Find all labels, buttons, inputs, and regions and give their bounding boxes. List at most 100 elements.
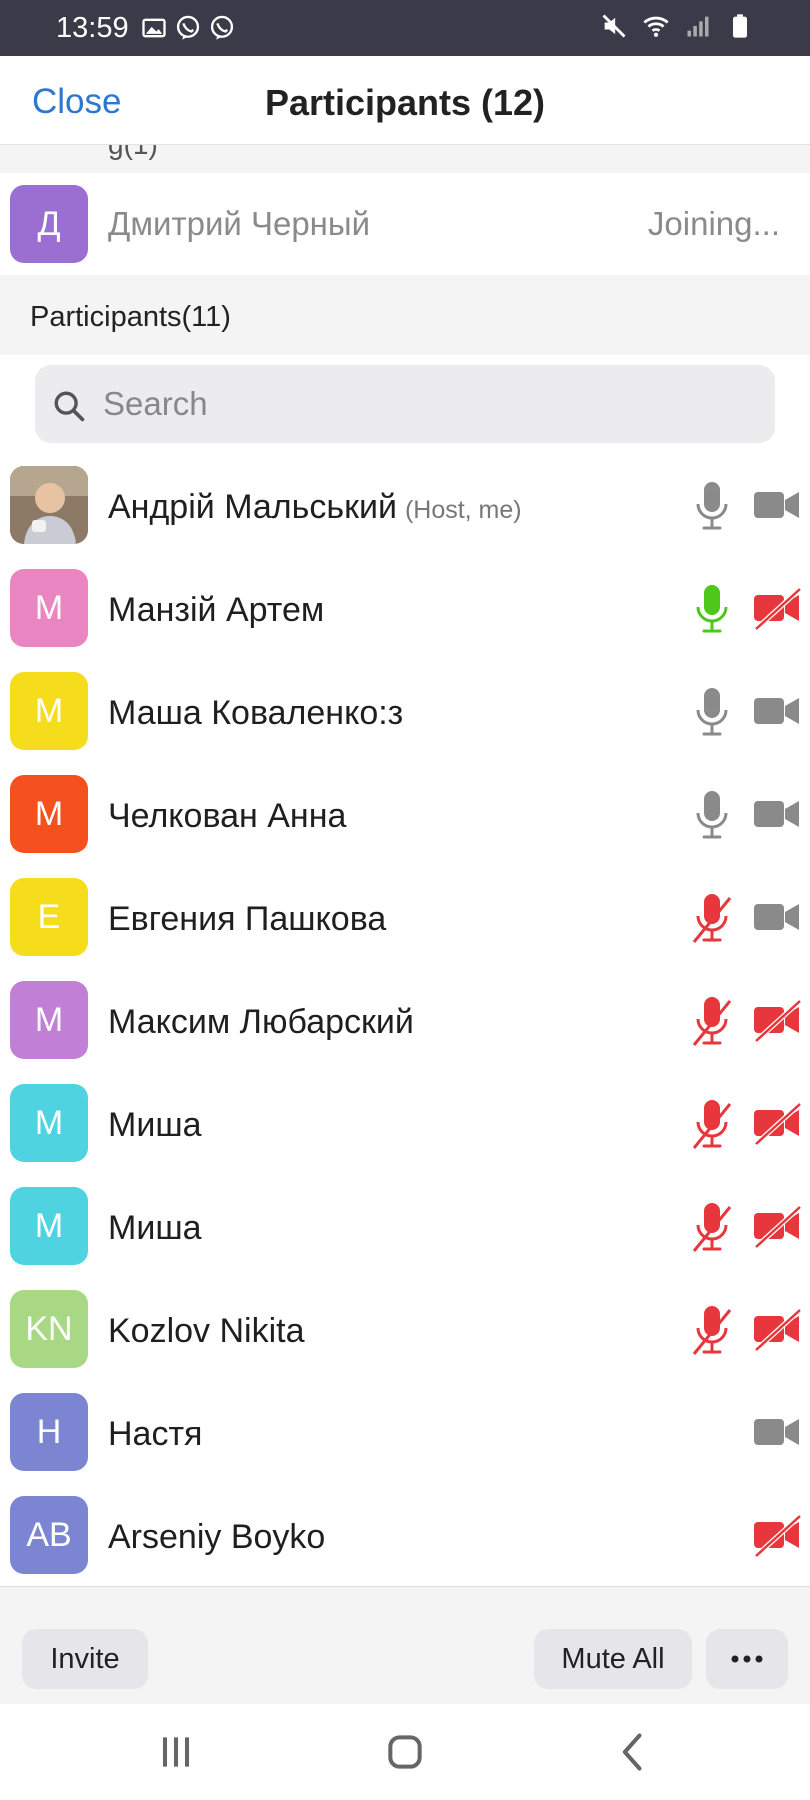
participant-row[interactable]: М Челкован Анна [0, 769, 810, 872]
avatar: М [10, 672, 88, 750]
system-nav-bar [0, 1704, 810, 1800]
participant-name: Челкован Анна [108, 797, 347, 835]
avatar-initials: М [34, 691, 64, 730]
participant-row[interactable]: KN Kozlov Nikita [0, 1284, 810, 1387]
participant-name: Маша Коваленко:з [108, 694, 404, 732]
participant-row[interactable]: М Миша [0, 1181, 810, 1284]
avatar: М [10, 981, 88, 1059]
avatar: Н [10, 1393, 88, 1471]
participant-name-block: Евгения Пашкова [108, 900, 386, 939]
participant-row[interactable]: AB Arseniy Boyko [0, 1490, 810, 1593]
participant-row[interactable]: М Манзій Артем [0, 563, 810, 666]
participant-row[interactable]: М Миша [0, 1078, 810, 1181]
more-dots-icon [731, 1655, 763, 1663]
battery-icon [733, 14, 747, 38]
participant-name: Андрій Мальський [108, 488, 397, 526]
more-options-button[interactable] [706, 1629, 788, 1689]
avatar-photo [10, 466, 88, 544]
header: Close Participants (12) [0, 56, 810, 145]
avatar-initials: Н [36, 1412, 62, 1451]
participants-section-header: Participants(11) [0, 275, 810, 355]
image-icon [142, 18, 166, 38]
mic-muted-icon[interactable] [690, 890, 734, 946]
notification-icons [140, 14, 236, 42]
video-icon[interactable] [752, 1409, 802, 1455]
mic-muted-icon[interactable] [690, 1302, 734, 1358]
mic-icon[interactable] [690, 478, 734, 534]
mute-all-button[interactable]: Mute All [534, 1629, 692, 1689]
video-off-icon[interactable] [752, 1203, 802, 1249]
status-time: 13:59 [56, 12, 129, 44]
participant-name: Миша [108, 1106, 202, 1144]
avatar-initials: Д [37, 204, 61, 243]
video-icon[interactable] [752, 688, 802, 734]
participant-name-block: Настя [108, 1415, 202, 1454]
back-icon[interactable] [612, 1730, 656, 1774]
participant-name: Евгения Пашкова [108, 900, 387, 938]
participant-name-block: Kozlov Nikita [108, 1312, 305, 1351]
participant-name-block: Максим Любарский [108, 1003, 414, 1042]
mic-icon[interactable] [690, 684, 734, 740]
joining-status: Joining... [647, 205, 780, 242]
mic-active-icon[interactable] [690, 581, 734, 637]
avatar-initials: М [34, 794, 64, 833]
video-off-icon[interactable] [752, 997, 802, 1043]
participant-name-block: Arseniy Boyko [108, 1518, 325, 1557]
participant-name-block: Челкован Анна [108, 797, 346, 836]
avatar: KN [10, 1290, 88, 1368]
video-off-icon[interactable] [752, 1512, 802, 1558]
participant-name: Настя [108, 1415, 203, 1453]
avatar-initials: М [34, 588, 64, 627]
avatar: Д [10, 185, 88, 263]
participant-row[interactable]: М Маша Коваленко:з [0, 666, 810, 769]
video-off-icon[interactable] [752, 1100, 802, 1146]
participant-row[interactable]: М Максим Любарский [0, 975, 810, 1078]
participant-row[interactable]: Андрій Мальський (Host, me) [0, 460, 810, 563]
video-icon[interactable] [752, 482, 802, 528]
page-title: Participants (12) [264, 82, 546, 123]
mute-icon [602, 14, 626, 38]
video-icon[interactable] [752, 894, 802, 940]
avatar-initials: Е [37, 897, 61, 936]
joining-participant-row[interactable]: Д Дмитрий Черный Joining... [0, 173, 810, 275]
recent-apps-icon[interactable] [154, 1730, 198, 1774]
bottom-action-bar: Invite Mute All [0, 1586, 810, 1705]
participant-name: Манзій Артем [108, 591, 325, 629]
participant-row[interactable]: Е Евгения Пашкова [0, 872, 810, 975]
avatar: AB [10, 1496, 88, 1574]
viber-icon [210, 15, 234, 40]
wifi-icon [643, 16, 669, 37]
participant-list: Андрій Мальський (Host, me) М Манзій Артем М… [0, 460, 810, 1593]
clipped-section-fragment: g(1) [108, 145, 158, 161]
status-bar: 13:59 [0, 0, 810, 56]
mic-muted-icon[interactable] [690, 1199, 734, 1255]
participant-name-block: Миша [108, 1209, 202, 1248]
participant-name: Дмитрий Черный [108, 205, 371, 242]
mic-icon[interactable] [690, 787, 734, 843]
participant-row[interactable]: Н Настя [0, 1387, 810, 1490]
mic-muted-icon[interactable] [690, 993, 734, 1049]
search-input[interactable] [35, 365, 775, 443]
viber-icon [176, 15, 200, 40]
participant-name-block: Манзій Артем [108, 591, 324, 630]
search-icon [54, 391, 85, 422]
video-icon[interactable] [752, 791, 802, 837]
avatar-initials: AB [26, 1515, 72, 1554]
video-off-icon[interactable] [752, 1306, 802, 1352]
avatar: М [10, 569, 88, 647]
avatar-initials: М [34, 1000, 64, 1039]
participant-name: Миша [108, 1209, 202, 1247]
participant-name: Arseniy Boyko [108, 1518, 326, 1556]
avatar: М [10, 775, 88, 853]
scrolled-section-header: g(1) [0, 145, 810, 173]
participant-name-block: Андрій Мальський (Host, me) [108, 488, 522, 527]
mic-muted-icon[interactable] [690, 1096, 734, 1152]
invite-button[interactable]: Invite [22, 1629, 148, 1689]
avatar: Е [10, 878, 88, 956]
participant-name: Максим Любарский [108, 1003, 414, 1041]
home-icon[interactable] [383, 1730, 427, 1774]
video-off-icon[interactable] [752, 585, 802, 631]
section-title: Participants(11) [30, 301, 231, 333]
participant-name: Kozlov Nikita [108, 1312, 305, 1350]
system-icons [600, 12, 754, 40]
